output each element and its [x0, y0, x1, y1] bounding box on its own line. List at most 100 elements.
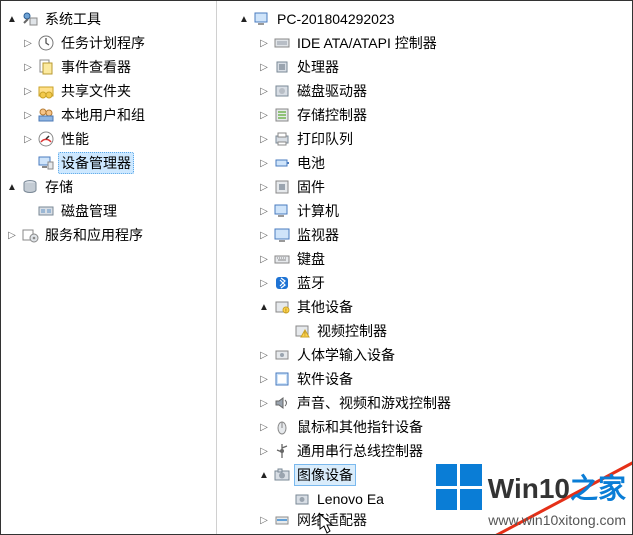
expand-icon[interactable]: ▷ — [257, 444, 271, 458]
device-category-cpu[interactable]: ▷处理器 — [217, 55, 632, 79]
tree-item-local-users[interactable]: ▷ 本地用户和组 — [1, 103, 216, 127]
expand-icon[interactable]: ▷ — [257, 36, 271, 50]
tree-item-storage[interactable]: ▲ 存储 — [1, 175, 216, 199]
device-category-mouse[interactable]: ▷ 鼠标和其他指针设备 — [217, 415, 632, 439]
expand-icon[interactable]: ▷ — [21, 60, 35, 74]
event-viewer-icon — [37, 58, 55, 76]
device-category-monitor[interactable]: ▷ 监视器 — [217, 223, 632, 247]
tree-label: 系统工具 — [42, 8, 104, 30]
device-category-label: 其他设备 — [294, 296, 356, 318]
device-category-label: 键盘 — [294, 248, 328, 270]
device-category-label: 存储控制器 — [294, 104, 370, 126]
firmware-icon — [273, 178, 291, 196]
device-item-label: Lenovo Ea — [314, 490, 387, 508]
device-category-diskDrive[interactable]: ▷ 磁盘驱动器 — [217, 79, 632, 103]
device-category-usb[interactable]: ▷通用串行总线控制器 — [217, 439, 632, 463]
expand-icon[interactable]: ▷ — [257, 132, 271, 146]
expand-icon[interactable]: ▷ — [257, 420, 271, 434]
tree-item-device-manager[interactable]: 设备管理器 — [1, 151, 216, 175]
collapse-icon[interactable]: ▲ — [237, 12, 251, 26]
expand-icon[interactable]: ▷ — [257, 60, 271, 74]
left-nav-pane: ▲ 系统工具 ▷ 任务计划程序 ▷ 事件查看器 — [1, 1, 217, 534]
device-category-other[interactable]: ▲!其他设备 — [217, 295, 632, 319]
storage-icon — [21, 178, 39, 196]
device-category-printQueue[interactable]: ▷打印队列 — [217, 127, 632, 151]
tree-label: 服务和应用程序 — [42, 224, 146, 246]
computer-icon — [253, 10, 271, 28]
clock-icon — [37, 34, 55, 52]
device-category-label: 鼠标和其他指针设备 — [294, 416, 426, 438]
device-category-bluetooth[interactable]: ▷ 蓝牙 — [217, 271, 632, 295]
printer-icon — [273, 130, 291, 148]
device-category-hid[interactable]: ▷ 人体学输入设备 — [217, 343, 632, 367]
device-category-imaging[interactable]: ▲图像设备 — [217, 463, 632, 487]
expand-icon[interactable]: ▷ — [257, 228, 271, 242]
sound-icon — [273, 394, 291, 412]
expand-icon[interactable]: ▷ — [257, 396, 271, 410]
expand-icon[interactable]: ▷ — [257, 372, 271, 386]
tree-item-system-tools[interactable]: ▲ 系统工具 — [1, 7, 216, 31]
tree-item-shared-folders[interactable]: ▷ 共享文件夹 — [1, 79, 216, 103]
device-manager-pane: ▲ PC-201804292023 ▷IDE ATA/ATAPI 控制器▷处理器… — [217, 1, 632, 534]
expand-icon[interactable]: ▷ — [21, 132, 35, 146]
tree-item-performance[interactable]: ▷ 性能 — [1, 127, 216, 151]
device-category-sound[interactable]: ▷ 声音、视频和游戏控制器 — [217, 391, 632, 415]
device-item-videoCtrl[interactable]: !视频控制器 — [217, 319, 632, 343]
device-category-battery[interactable]: ▷电池 — [217, 151, 632, 175]
tree-item-services-apps[interactable]: ▷ 服务和应用程序 — [1, 223, 216, 247]
device-category-label: 蓝牙 — [294, 272, 328, 294]
device-category-label: 声音、视频和游戏控制器 — [294, 392, 454, 414]
expand-icon[interactable]: ▷ — [257, 276, 271, 290]
services-icon — [21, 226, 39, 244]
collapse-icon[interactable]: ▲ — [5, 12, 19, 26]
device-category-ide[interactable]: ▷IDE ATA/ATAPI 控制器 — [217, 31, 632, 55]
expand-icon[interactable]: ▷ — [257, 156, 271, 170]
device-category-network[interactable]: ▷ 网络适配器 — [217, 511, 632, 529]
hid-icon — [273, 346, 291, 364]
device-category-keyboard[interactable]: ▷ 键盘 — [217, 247, 632, 271]
bluetooth-icon — [273, 274, 291, 292]
expand-icon[interactable]: ▷ — [257, 348, 271, 362]
tree-root-pc[interactable]: ▲ PC-201804292023 — [217, 7, 632, 31]
computer-icon — [273, 202, 291, 220]
expand-icon[interactable]: ▷ — [257, 252, 271, 266]
collapse-icon[interactable]: ▲ — [257, 468, 271, 482]
device-category-label: 磁盘驱动器 — [294, 80, 370, 102]
expand-icon[interactable]: ▷ — [257, 108, 271, 122]
device-category-label: 网络适配器 — [294, 511, 370, 529]
expand-icon[interactable]: ▷ — [21, 84, 35, 98]
device-category-software[interactable]: ▷ 软件设备 — [217, 367, 632, 391]
device-tree: ▲ PC-201804292023 ▷IDE ATA/ATAPI 控制器▷处理器… — [217, 7, 632, 529]
cpu-icon — [273, 58, 291, 76]
users-icon — [37, 106, 55, 124]
tools-icon — [21, 10, 39, 28]
software-icon — [273, 370, 291, 388]
tree-item-event-viewer[interactable]: ▷ 事件查看器 — [1, 55, 216, 79]
collapse-icon[interactable]: ▲ — [257, 300, 271, 314]
expand-icon[interactable]: ▷ — [21, 36, 35, 50]
expand-icon[interactable]: ▷ — [257, 204, 271, 218]
device-category-storageCtrl[interactable]: ▷ 存储控制器 — [217, 103, 632, 127]
warn-icon: ! — [293, 322, 311, 340]
tree-item-disk-management[interactable]: 磁盘管理 — [1, 199, 216, 223]
device-category-computer[interactable]: ▷计算机 — [217, 199, 632, 223]
expand-icon[interactable]: ▷ — [257, 84, 271, 98]
expand-icon[interactable]: ▷ — [257, 180, 271, 194]
expand-icon[interactable]: ▷ — [21, 108, 35, 122]
tree-label: 共享文件夹 — [58, 80, 134, 102]
device-category-label: 监视器 — [294, 224, 342, 246]
tree-label: 性能 — [58, 128, 92, 150]
device-category-label: 固件 — [294, 176, 328, 198]
collapse-icon[interactable]: ▲ — [5, 180, 19, 194]
tree-label: 设备管理器 — [58, 152, 134, 174]
device-category-label: 人体学输入设备 — [294, 344, 398, 366]
expand-icon[interactable]: ▷ — [5, 228, 19, 242]
tree-label: 本地用户和组 — [58, 104, 148, 126]
device-item-lenovo[interactable]: Lenovo Ea — [217, 487, 632, 511]
device-category-label: 软件设备 — [294, 368, 356, 390]
tree-item-task-scheduler[interactable]: ▷ 任务计划程序 — [1, 31, 216, 55]
device-category-firmware[interactable]: ▷ 固件 — [217, 175, 632, 199]
tree-label: PC-201804292023 — [274, 10, 398, 28]
mgmt-tree: ▲ 系统工具 ▷ 任务计划程序 ▷ 事件查看器 — [1, 7, 216, 247]
expand-icon[interactable]: ▷ — [257, 513, 271, 527]
